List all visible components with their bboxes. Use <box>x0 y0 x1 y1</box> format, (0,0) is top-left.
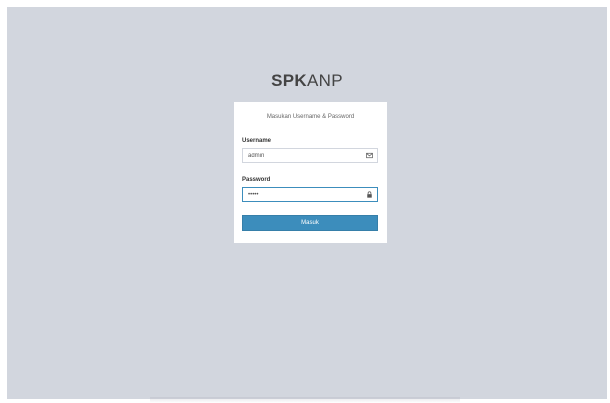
username-input[interactable] <box>243 149 363 162</box>
username-field-wrapper <box>242 148 378 163</box>
bottom-shadow <box>150 397 460 403</box>
app-logo: SPKANP <box>7 71 607 91</box>
lock-icon <box>367 191 372 198</box>
username-label: Username <box>242 138 272 144</box>
password-field-wrapper <box>242 187 378 202</box>
logo-light-text: ANP <box>307 71 343 90</box>
login-submit-button[interactable]: Masuk <box>242 215 378 231</box>
password-label: Password <box>242 177 271 183</box>
envelope-icon <box>366 152 373 159</box>
login-box: Masukan Username & Password Username Pas… <box>234 102 387 243</box>
login-page: SPKANP Masukan Username & Password Usern… <box>7 7 607 399</box>
password-input[interactable] <box>243 188 363 201</box>
logo-bold-text: SPK <box>271 71 307 90</box>
login-box-message: Masukan Username & Password <box>266 114 355 120</box>
